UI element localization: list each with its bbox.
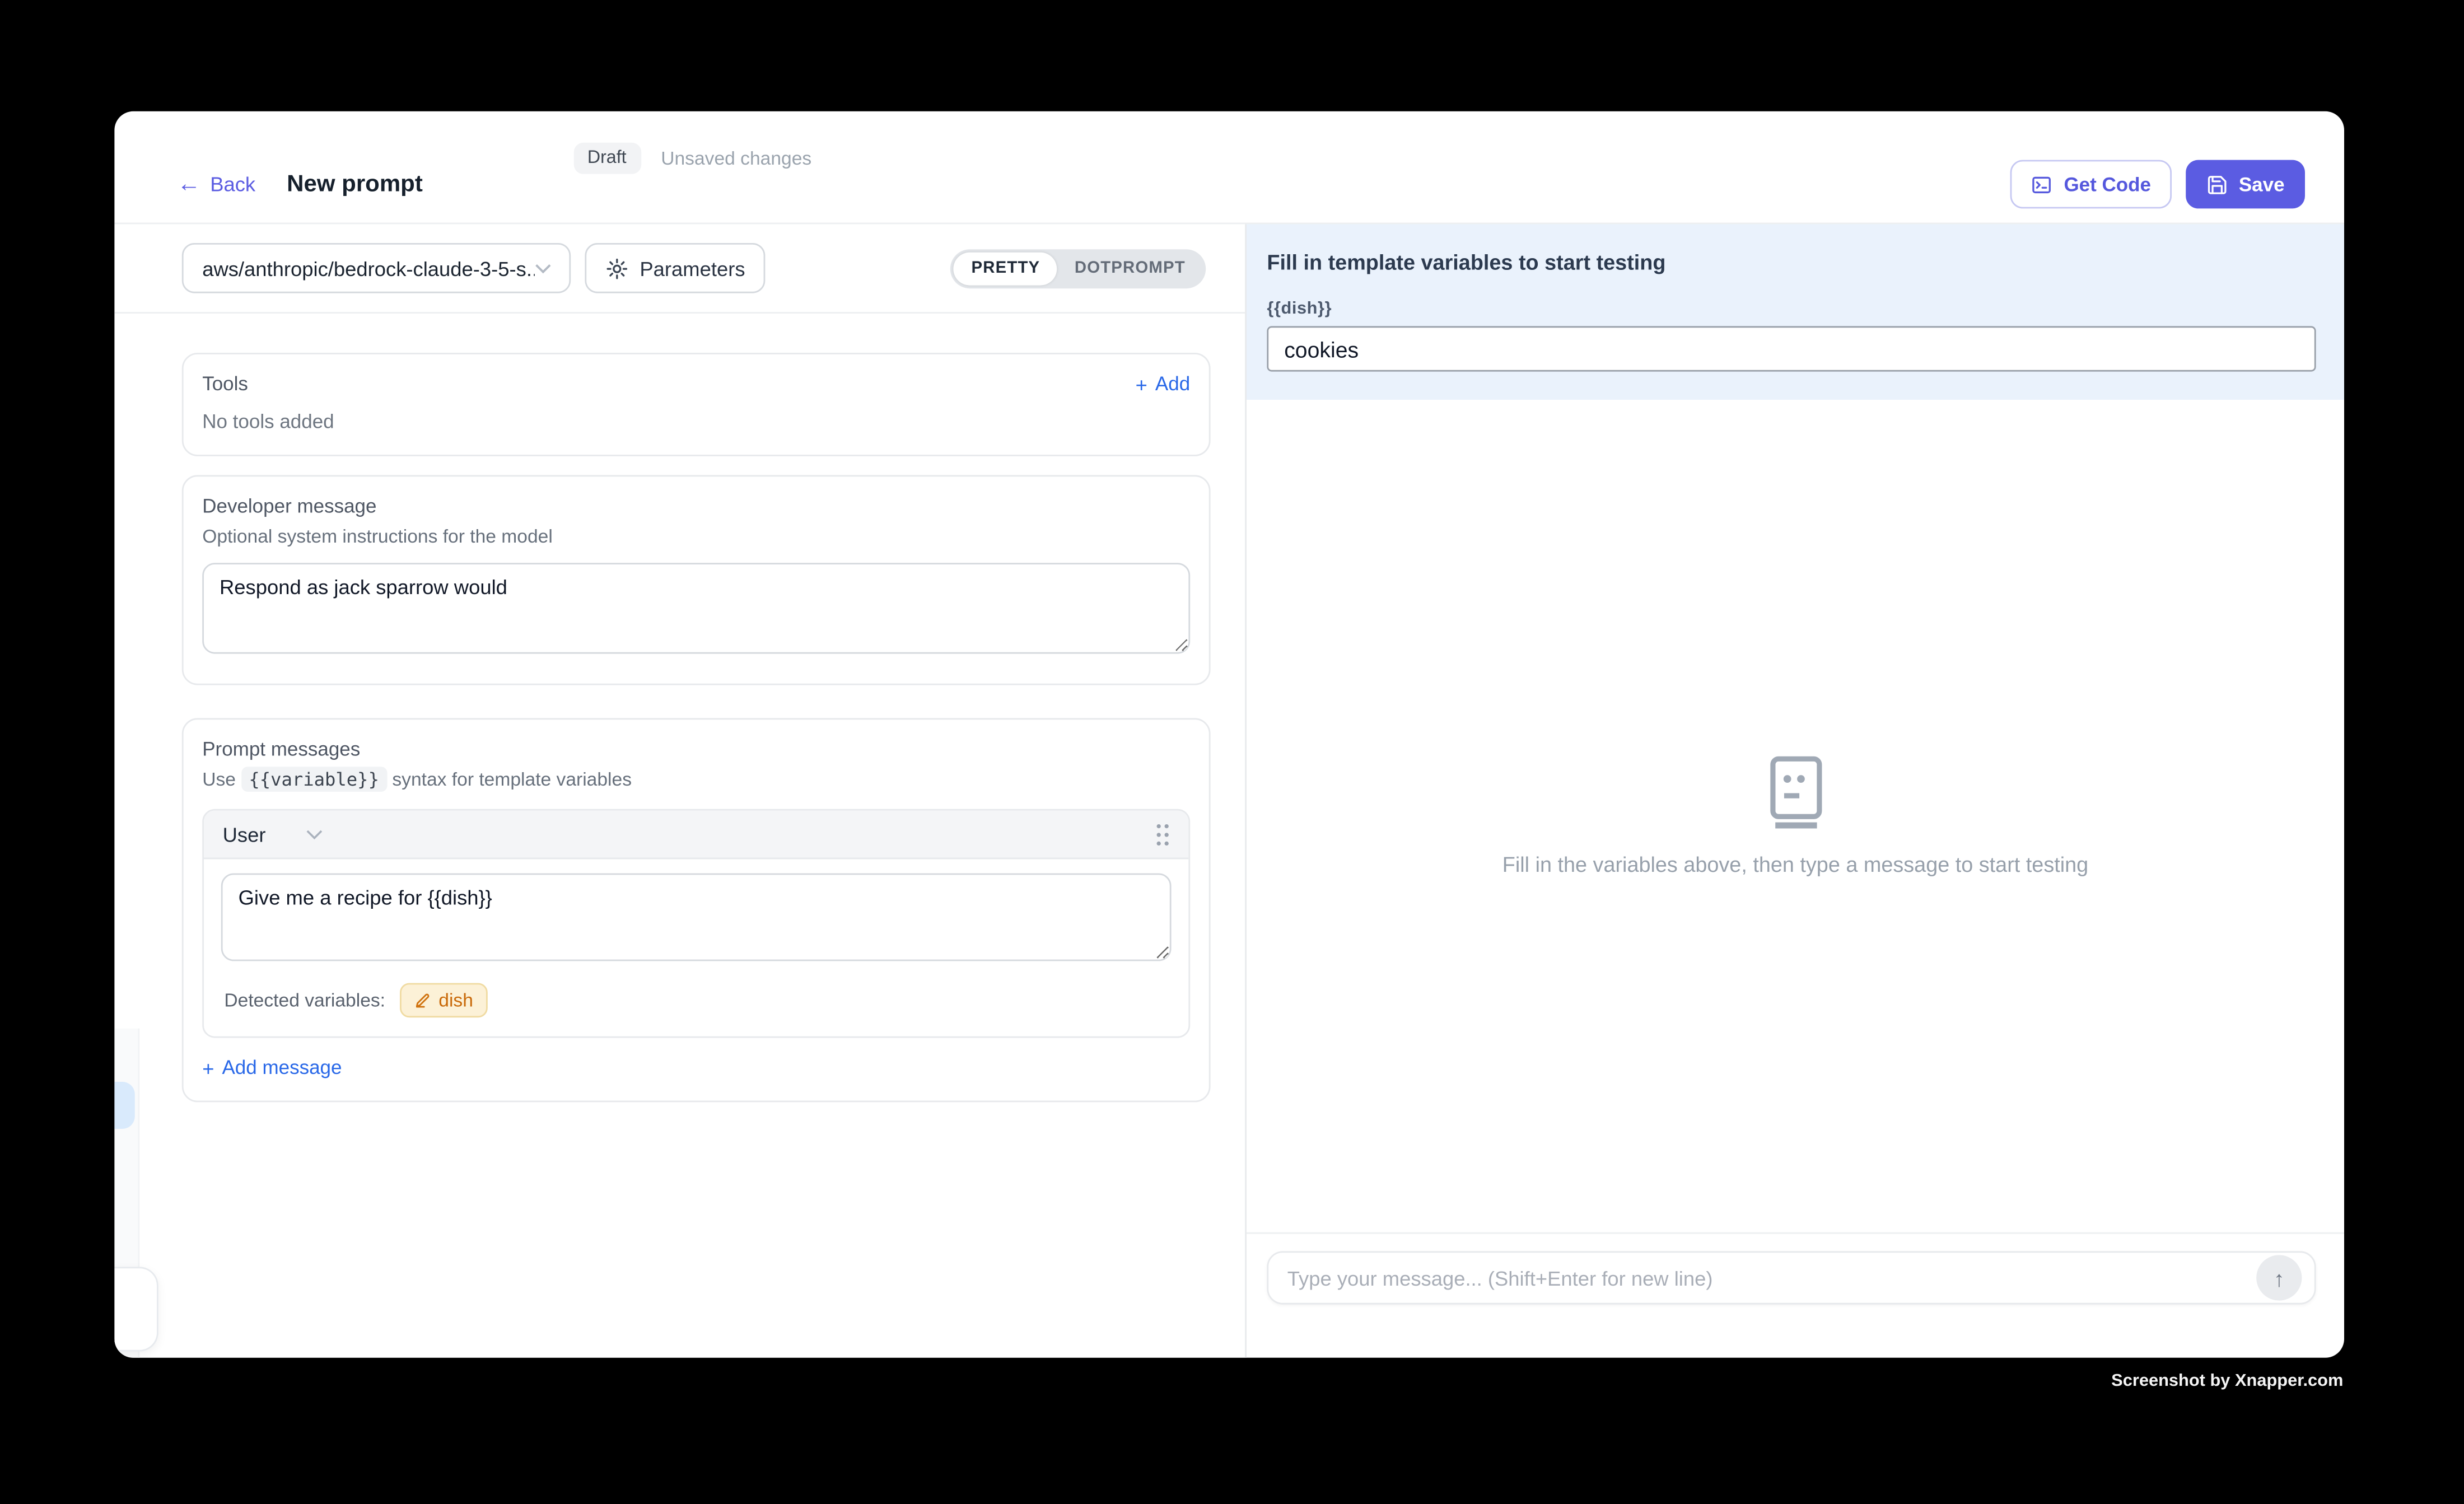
- drag-handle-icon[interactable]: [1156, 823, 1170, 846]
- back-label: Back: [210, 172, 255, 196]
- terminal-icon: [2031, 173, 2053, 195]
- variable-name-label: {{dish}}: [1267, 300, 2316, 319]
- template-variables-section: Fill in template variables to start test…: [1247, 224, 2344, 400]
- header-actions: Get Code Save: [2010, 160, 2305, 209]
- developer-message-input[interactable]: Respond as jack sparrow would: [202, 563, 1190, 653]
- message-block: User Give me a recipe for {{dish}} Detec…: [202, 809, 1190, 1038]
- gear-icon: [605, 256, 629, 280]
- add-tool-label: Add: [1155, 373, 1190, 395]
- test-pane: Fill in template variables to start test…: [1247, 224, 2344, 1357]
- prompt-messages-hint: Use {{variable}} syntax for template var…: [202, 768, 1190, 790]
- chat-input-bar: ↑: [1247, 1232, 2344, 1358]
- message-body: Give me a recipe for {{dish}}: [204, 859, 1188, 969]
- prompt-editor-pane: aws/anthropic/bedrock-claude-3-5-s... Pa…: [114, 224, 1247, 1357]
- main-split: aws/anthropic/bedrock-claude-3-5-s... Pa…: [114, 224, 2344, 1357]
- parameters-label: Parameters: [640, 256, 745, 280]
- tools-card: Tools + Add No tools added: [182, 353, 1211, 456]
- save-icon: [2206, 173, 2228, 195]
- variable-value-input[interactable]: [1267, 326, 2316, 371]
- chat-input-box: ↑: [1267, 1251, 2316, 1304]
- chevron-down-icon: [535, 263, 552, 274]
- variables-heading: Fill in template variables to start test…: [1267, 251, 2316, 274]
- editor-scroll-area: Tools + Add No tools added Developer mes…: [114, 314, 1245, 1358]
- page-title: New prompt: [287, 160, 423, 209]
- prompt-messages-card: Prompt messages Use {{variable}} syntax …: [182, 718, 1211, 1102]
- view-mode-toggle: PRETTY DOTPROMPT: [951, 249, 1206, 288]
- developer-message-card: Developer message Optional system instru…: [182, 475, 1211, 685]
- message-content-input[interactable]: Give me a recipe for {{dish}}: [221, 874, 1172, 961]
- empty-state-text: Fill in the variables above, then type a…: [1502, 853, 2088, 876]
- app-window: ← Back New prompt Draft Unsaved changes …: [114, 111, 2344, 1358]
- back-arrow-icon: ←: [177, 172, 200, 196]
- unsaved-changes-note: Unsaved changes: [661, 147, 811, 169]
- app-header: ← Back New prompt Draft Unsaved changes …: [114, 111, 2344, 225]
- send-button[interactable]: ↑: [2256, 1255, 2302, 1300]
- screenshot-stage: ← Back New prompt Draft Unsaved changes …: [0, 0, 2464, 1504]
- prompt-messages-title: Prompt messages: [202, 739, 1190, 760]
- tools-empty-text: No tools added: [202, 411, 1190, 433]
- left-edge-highlight: [114, 1082, 134, 1129]
- add-tool-button[interactable]: + Add: [1136, 373, 1191, 395]
- message-header: User: [204, 811, 1188, 860]
- get-code-button[interactable]: Get Code: [2010, 160, 2171, 209]
- get-code-label: Get Code: [2064, 173, 2151, 195]
- variable-syntax-chip: {{variable}}: [241, 767, 387, 792]
- parameters-button[interactable]: Parameters: [585, 243, 766, 293]
- developer-message-title: Developer message: [202, 496, 1190, 517]
- plus-icon: +: [1136, 374, 1147, 394]
- hint-suffix: syntax for template variables: [392, 768, 632, 790]
- watermark: Screenshot by Xnapper.com: [2111, 1372, 2343, 1391]
- model-select[interactable]: aws/anthropic/bedrock-claude-3-5-s...: [182, 243, 571, 293]
- toggle-option-pretty[interactable]: PRETTY: [954, 251, 1057, 284]
- left-edge-card: [114, 1267, 158, 1351]
- role-select[interactable]: User: [223, 823, 266, 846]
- model-select-value: aws/anthropic/bedrock-claude-3-5-s...: [202, 256, 535, 280]
- back-button[interactable]: ← Back: [177, 160, 255, 209]
- add-message-label: Add message: [222, 1057, 342, 1078]
- detected-variables-label: Detected variables:: [224, 989, 385, 1011]
- chevron-down-icon[interactable]: [306, 829, 324, 840]
- model-toolbar: aws/anthropic/bedrock-claude-3-5-s... Pa…: [114, 224, 1245, 314]
- save-label: Save: [2239, 173, 2285, 195]
- add-message-button[interactable]: + Add message: [202, 1057, 1190, 1078]
- send-arrow-icon: ↑: [2274, 1265, 2285, 1291]
- variable-chip-label: dish: [438, 989, 473, 1011]
- hint-prefix: Use: [202, 768, 236, 790]
- chat-message-input[interactable]: [1268, 1266, 2314, 1290]
- variable-chip-dish[interactable]: dish: [399, 983, 487, 1018]
- robot-face-icon: [1766, 756, 1824, 830]
- tools-title: Tools: [202, 373, 248, 395]
- status-badge: Draft: [573, 143, 641, 174]
- detected-variables-row: Detected variables: dish: [204, 969, 1188, 1036]
- chat-empty-state: Fill in the variables above, then type a…: [1247, 400, 2344, 1232]
- pencil-line-icon: [413, 992, 431, 1009]
- plus-icon: +: [202, 1058, 214, 1078]
- developer-message-subtitle: Optional system instructions for the mod…: [202, 525, 1190, 547]
- save-button[interactable]: Save: [2186, 160, 2305, 209]
- toggle-option-dotprompt[interactable]: DOTPROMPT: [1057, 251, 1203, 284]
